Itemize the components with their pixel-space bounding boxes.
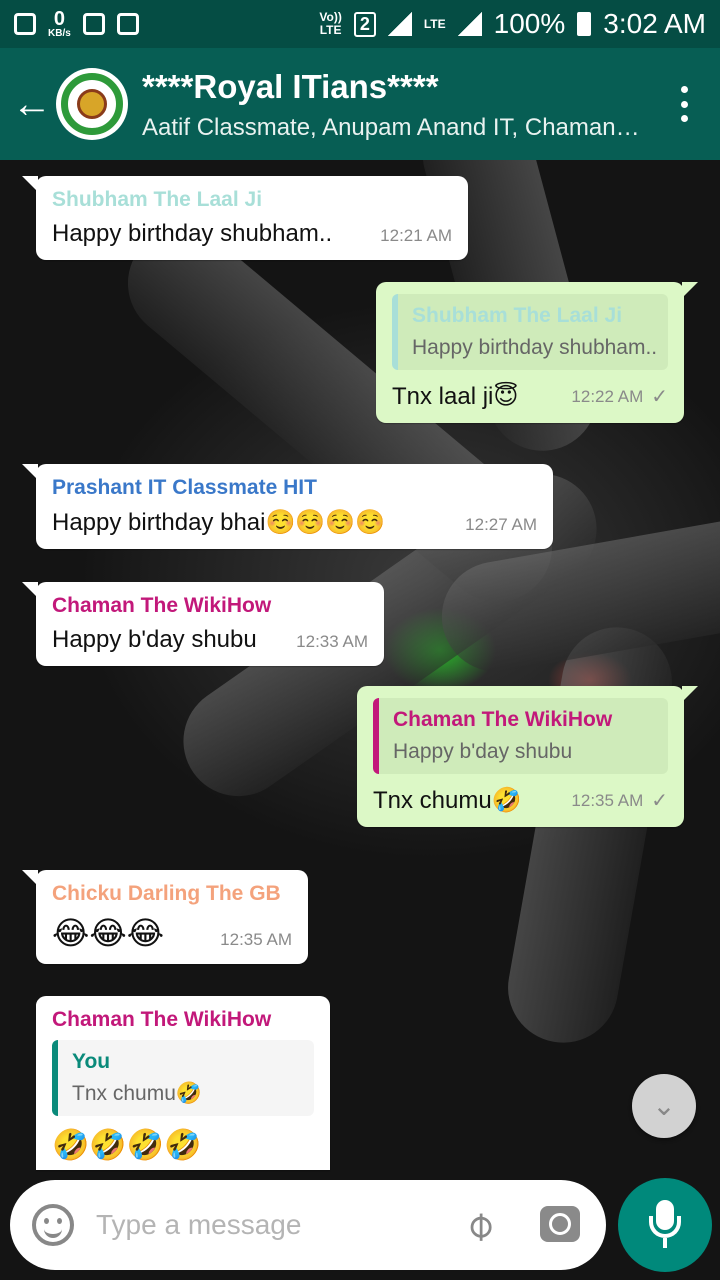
volte-indicator: Vo)) LTE — [319, 10, 342, 37]
sender-name: Chaman The WikiHow — [52, 594, 272, 617]
quoted-sender: You — [72, 1050, 111, 1073]
message-time: 12:35 AM — [571, 790, 644, 810]
sender-name: Prashant IT Classmate HIT — [52, 476, 317, 499]
group-title[interactable]: ****Royal ITians**** — [142, 68, 439, 106]
message-composer: ⌀ — [10, 1180, 606, 1270]
wifi-icon — [116, 13, 139, 35]
message-text: Tnx laal ji😇 — [392, 383, 519, 410]
message-time: 12:27 AM — [465, 515, 537, 534]
message-bubble[interactable]: Chicku Darling The GB 😂😂😂 12:35 AM — [22, 870, 308, 964]
wallpaper-pencil — [499, 618, 681, 1052]
message-text: Happy b'day shubu — [52, 626, 257, 653]
more-options-icon[interactable] — [678, 86, 690, 122]
avatar-emblem — [77, 89, 107, 119]
image-icon — [82, 13, 105, 35]
message-text: Tnx chumu🤣 — [373, 787, 522, 814]
quoted-message[interactable]: Shubham The Laal Ji Happy birthday shubh… — [392, 294, 668, 370]
quoted-text: Tnx chumu🤣 — [72, 1082, 203, 1105]
message-bubble[interactable]: Chaman The WikiHow You Tnx chumu🤣 🤣🤣🤣🤣 — [36, 996, 330, 1170]
quoted-message[interactable]: You Tnx chumu🤣 — [52, 1040, 314, 1116]
message-text: 😂😂😂 — [52, 915, 165, 951]
chat-area[interactable]: Shubham The Laal Ji Happy birthday shubh… — [0, 160, 720, 1280]
message-time: 12:33 AM — [296, 632, 368, 651]
signal-icon-2 — [457, 12, 482, 36]
quoted-text: Happy b'day shubu — [393, 740, 573, 763]
message-time: 12:21 AM — [380, 226, 452, 245]
status-bar: 0 KB/s Vo)) LTE 2 LTE 100% 3:02 AM — [0, 0, 720, 48]
quoted-sender: Shubham The Laal Ji — [412, 304, 623, 327]
group-avatar[interactable] — [56, 68, 128, 140]
camera-icon[interactable] — [540, 1206, 580, 1242]
battery-icon — [577, 12, 592, 36]
sender-name: Chaman The WikiHow — [52, 1008, 272, 1031]
sent-check-icon: ✓ — [651, 790, 668, 812]
message-bubble[interactable]: Chaman The WikiHow Happy b'day shubu 12:… — [22, 582, 384, 666]
mic-button[interactable] — [618, 1178, 712, 1272]
message-time: 12:22 AM — [571, 386, 644, 406]
message-text: Happy birthday shubham.. — [52, 220, 333, 247]
emoji-icon[interactable] — [32, 1204, 74, 1246]
data-saver-icon — [14, 13, 36, 35]
network-type: LTE — [423, 16, 446, 31]
signal-icon — [387, 12, 412, 36]
clock: 3:02 AM — [603, 8, 706, 39]
avatar-ring — [61, 73, 123, 135]
sender-name: Chicku Darling The GB — [52, 882, 281, 905]
scroll-down-icon[interactable]: ⌄ — [632, 1074, 696, 1138]
attach-icon[interactable]: ⌀ — [444, 1190, 515, 1261]
chat-header: ← ****Royal ITians**** Aatif Classmate, … — [0, 48, 720, 160]
message-text: 🤣🤣🤣🤣 — [52, 1129, 202, 1162]
battery-percent: 100% — [493, 8, 566, 39]
message-bubble[interactable]: Prashant IT Classmate HIT Happy birthday… — [22, 464, 553, 549]
quoted-message[interactable]: Chaman The WikiHow Happy b'day shubu — [373, 698, 668, 774]
sender-name: Shubham The Laal Ji — [52, 188, 263, 211]
sim-indicator: 2 — [353, 11, 376, 37]
message-bubble[interactable]: Shubham The Laal Ji Happy birthday shubh… — [22, 176, 468, 260]
message-bubble[interactable]: Shubham The Laal Ji Happy birthday shubh… — [376, 282, 698, 423]
message-text: Happy birthday bhai☺️☺️☺️☺️ — [52, 509, 385, 536]
sent-check-icon: ✓ — [651, 386, 668, 408]
quoted-sender: Chaman The WikiHow — [393, 708, 613, 731]
back-arrow-icon[interactable]: ← — [12, 82, 52, 126]
message-bubble[interactable]: Chaman The WikiHow Happy b'day shubu Tnx… — [357, 686, 698, 827]
quoted-text: Happy birthday shubham.. — [412, 336, 658, 359]
group-members[interactable]: Aatif Classmate, Anupam Anand IT, Chaman… — [142, 114, 642, 142]
message-time: 12:35 AM — [220, 930, 292, 949]
network-speed: 0 KB/s — [48, 8, 71, 39]
message-input[interactable] — [96, 1202, 436, 1248]
